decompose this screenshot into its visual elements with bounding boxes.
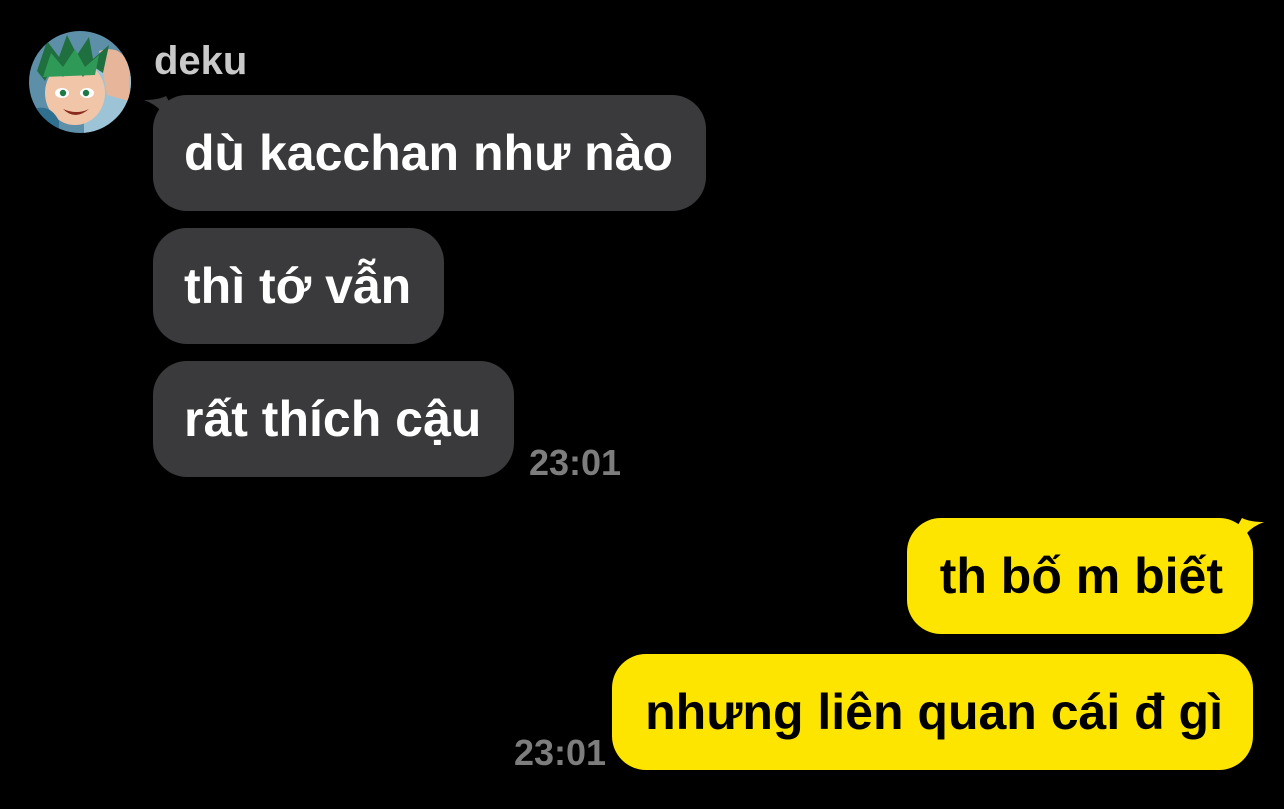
sender-avatar[interactable]: [29, 31, 131, 133]
avatar-image: [29, 31, 131, 133]
outgoing-timestamp: 23:01: [514, 732, 607, 773]
sender-name: deku: [154, 39, 248, 83]
incoming-timestamp: 23:01: [529, 442, 622, 483]
message-text: rất thích cậu: [184, 391, 482, 447]
incoming-bubble-tail: [144, 96, 174, 130]
incoming-message-bubble[interactable]: dù kacchan như nào: [153, 95, 707, 211]
outgoing-message-bubble[interactable]: th bố m biết: [906, 518, 1253, 634]
outgoing-bubble-tail: [1234, 518, 1264, 552]
message-text: thì tớ vẫn: [184, 258, 412, 314]
outgoing-message-bubble[interactable]: nhưng liên quan cái đ gì: [612, 654, 1253, 770]
message-text: th bố m biết: [939, 548, 1223, 604]
incoming-message-bubble[interactable]: thì tớ vẫn: [153, 228, 445, 344]
incoming-message-bubble[interactable]: rất thích cậu: [153, 361, 515, 477]
message-text: nhưng liên quan cái đ gì: [645, 684, 1223, 740]
message-text: dù kacchan như nào: [184, 125, 674, 181]
